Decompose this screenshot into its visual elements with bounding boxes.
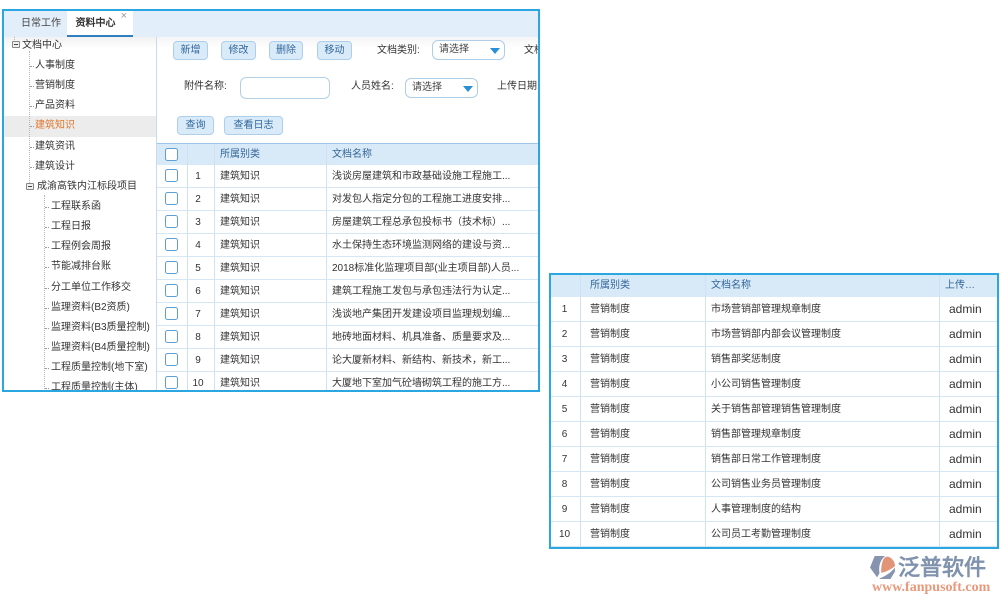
svg-text:泛普软件: 泛普软件 <box>898 555 986 580</box>
svg-text:www.fanpusoft.com: www.fanpusoft.com <box>872 580 991 595</box>
